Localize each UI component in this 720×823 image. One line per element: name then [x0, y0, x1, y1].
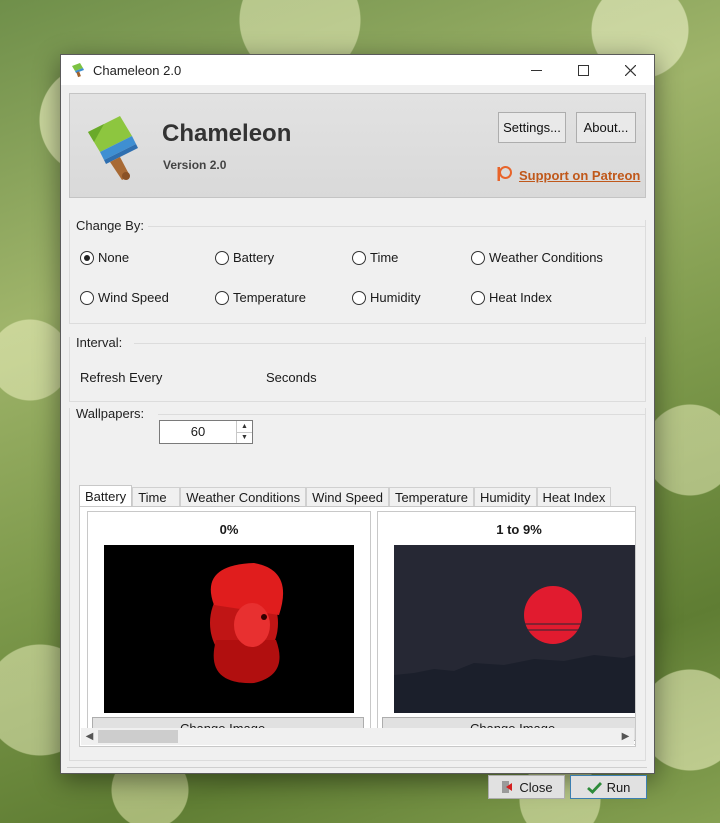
radio-label: Time	[370, 250, 399, 265]
header-panel: Chameleon Version 2.0 Settings... About.…	[69, 93, 646, 198]
radio-label: None	[98, 250, 130, 265]
scroll-left-arrow-icon[interactable]: ◀	[81, 728, 98, 745]
radio-label: Humidity	[370, 290, 421, 305]
radio-time[interactable]: Time	[352, 250, 398, 265]
wallpaper-tab-content: 0% Change Image... 1 to 9%	[79, 506, 636, 747]
tab-humidity[interactable]: Humidity	[473, 487, 537, 507]
close-button-label: Close	[519, 779, 553, 795]
wallpaper-card: 1 to 9% Change Image...	[377, 511, 635, 745]
group-divider	[158, 414, 645, 415]
seconds-label: Seconds	[266, 370, 317, 385]
about-button[interactable]: About...	[576, 112, 636, 143]
app-version: Version 2.0	[163, 158, 227, 172]
window-body: Chameleon Version 2.0 Settings... About.…	[61, 85, 654, 799]
window-title: Chameleon 2.0	[93, 62, 182, 78]
card-title: 0%	[219, 522, 239, 537]
radio-heat-index[interactable]: Heat Index	[471, 290, 552, 305]
radio-label: Weather Conditions	[489, 250, 603, 265]
maximize-icon	[578, 64, 589, 76]
settings-button[interactable]: Settings...	[498, 112, 566, 143]
close-window-button[interactable]	[607, 55, 654, 85]
minimize-button[interactable]	[513, 55, 560, 85]
radio-temperature[interactable]: Temperature	[215, 290, 306, 305]
tab-battery[interactable]: Battery	[79, 485, 133, 507]
footer-separator	[67, 767, 647, 768]
radio-humidity[interactable]: Humidity	[352, 290, 421, 305]
close-icon	[625, 64, 636, 76]
radio-label: Heat Index	[489, 290, 552, 305]
scroll-right-arrow-icon[interactable]: ▶	[617, 728, 634, 745]
wallpapers-label: Wallpapers:	[76, 406, 149, 421]
checkmark-icon	[586, 781, 602, 794]
group-divider	[146, 226, 645, 227]
radio-label: Battery	[233, 250, 275, 265]
radio-label: Temperature	[233, 290, 306, 305]
change-by-group: Change By: None Battery Time Weather Con…	[69, 218, 646, 324]
interval-label: Interval:	[76, 335, 127, 350]
radio-wind-speed[interactable]: Wind Speed	[80, 290, 169, 305]
app-window: Chameleon 2.0 Chameleon Version 2.0 Sett…	[60, 54, 655, 799]
tab-temperature[interactable]: Temperature	[388, 487, 474, 507]
radio-circle	[471, 290, 485, 305]
wallpaper-card: 0% Change Image...	[87, 511, 371, 745]
radio-circle	[471, 250, 485, 265]
close-door-icon	[500, 780, 514, 794]
wallpaper-preview-image	[104, 545, 354, 713]
close-button[interactable]: Close	[488, 775, 565, 799]
radio-circle	[352, 290, 366, 305]
tab-heat-index[interactable]: Heat Index	[536, 487, 612, 507]
window-controls	[513, 55, 654, 85]
interval-group: Interval: Refresh Every Seconds	[69, 335, 646, 402]
tab-weather-conditions[interactable]: Weather Conditions	[180, 487, 307, 507]
card-title: 1 to 9%	[496, 522, 542, 537]
wallpaper-preview-image	[394, 545, 635, 713]
radio-weather-conditions[interactable]: Weather Conditions	[471, 250, 603, 265]
run-button-label: Run	[606, 779, 631, 795]
radio-selected-dot	[84, 254, 90, 261]
refresh-every-label: Refresh Every	[80, 370, 163, 385]
chameleon-brush-icon	[70, 62, 86, 78]
title-bar: Chameleon 2.0	[61, 55, 654, 85]
maximize-button[interactable]	[560, 55, 607, 85]
tab-time[interactable]: Time	[132, 487, 181, 507]
group-divider	[134, 343, 645, 344]
patreon-icon	[495, 165, 513, 186]
radio-battery[interactable]: Battery	[215, 250, 274, 265]
tab-wind-speed[interactable]: Wind Speed	[306, 487, 389, 507]
change-by-label: Change By:	[76, 218, 148, 233]
scrollbar-thumb[interactable]	[98, 730, 178, 743]
radio-label: Wind Speed	[98, 290, 169, 305]
chameleon-logo-icon	[84, 110, 144, 180]
radio-circle	[215, 290, 229, 305]
radio-circle	[352, 250, 366, 265]
patreon-link-group[interactable]: Support on Patreon	[495, 165, 640, 186]
run-button[interactable]: Run	[570, 775, 647, 799]
radio-circle	[80, 290, 94, 305]
patreon-link[interactable]: Support on Patreon	[519, 168, 640, 183]
radio-none[interactable]: None	[80, 250, 129, 265]
wallpaper-tabs: Battery Time Weather Conditions Wind Spe…	[79, 485, 612, 507]
radio-circle	[80, 250, 94, 265]
minimize-icon	[531, 69, 542, 71]
app-name: Chameleon	[162, 120, 292, 147]
radio-circle	[215, 250, 229, 265]
horizontal-scrollbar[interactable]: ◀ ▶	[81, 728, 634, 745]
